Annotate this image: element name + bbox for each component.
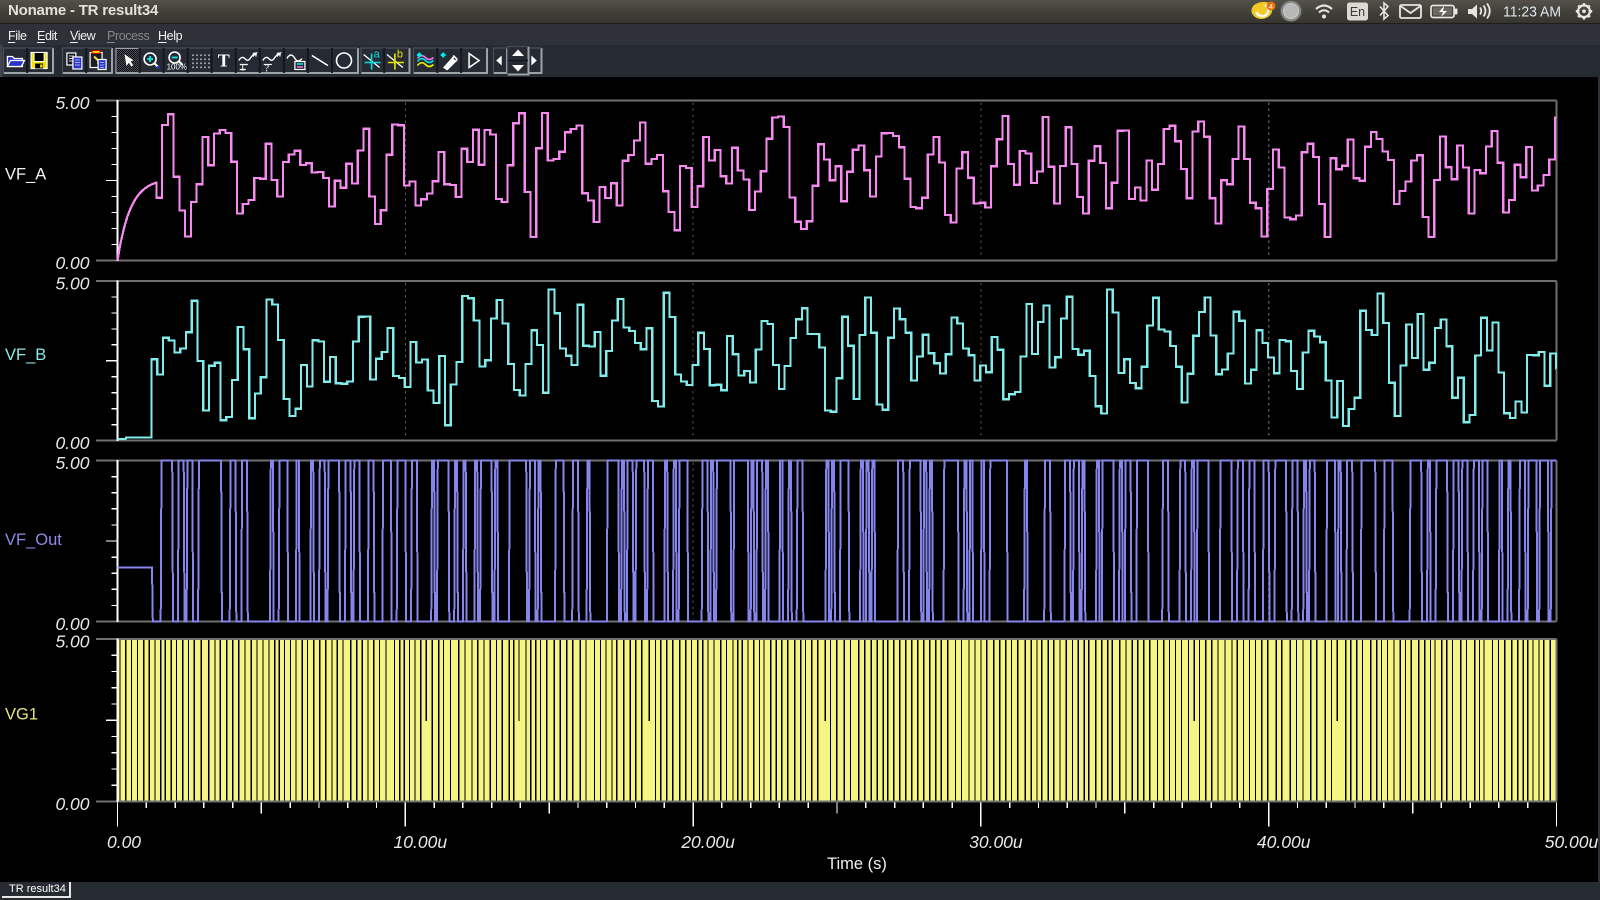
svg-text:b: b (397, 49, 403, 61)
svg-text:40.00u: 40.00u (1257, 832, 1311, 852)
svg-text:En: En (1350, 5, 1365, 19)
svg-text:Time (s): Time (s) (827, 855, 887, 873)
svg-text:30.00u: 30.00u (969, 832, 1023, 852)
svg-text:100%: 100% (167, 63, 187, 72)
svg-text:0.00: 0.00 (55, 794, 89, 814)
svg-text:5.00: 5.00 (55, 632, 89, 652)
svg-text:T: T (240, 63, 246, 73)
svg-text:5.00: 5.00 (55, 93, 89, 113)
svg-text:VG1: VG1 (5, 706, 38, 724)
svg-text:5.00: 5.00 (55, 274, 89, 294)
svg-text:VF_B: VF_B (5, 346, 46, 364)
svg-text:0.00: 0.00 (55, 433, 89, 453)
svg-text:?: ? (265, 64, 270, 75)
svg-text:20.00u: 20.00u (680, 832, 735, 852)
svg-text:10.00u: 10.00u (394, 832, 448, 852)
svg-text:a: a (374, 49, 381, 61)
svg-text:0.00: 0.00 (55, 253, 89, 273)
svg-text:4: 4 (1269, 2, 1273, 11)
svg-text:11:23 AM: 11:23 AM (1503, 5, 1561, 21)
svg-text:5.00: 5.00 (55, 453, 89, 473)
svg-text:50.00u: 50.00u (1545, 832, 1599, 852)
svg-text:VF_Out: VF_Out (5, 531, 62, 549)
svg-text:T: T (218, 51, 230, 71)
svg-text:0.00: 0.00 (107, 832, 141, 852)
svg-text:VF_A: VF_A (5, 166, 46, 184)
